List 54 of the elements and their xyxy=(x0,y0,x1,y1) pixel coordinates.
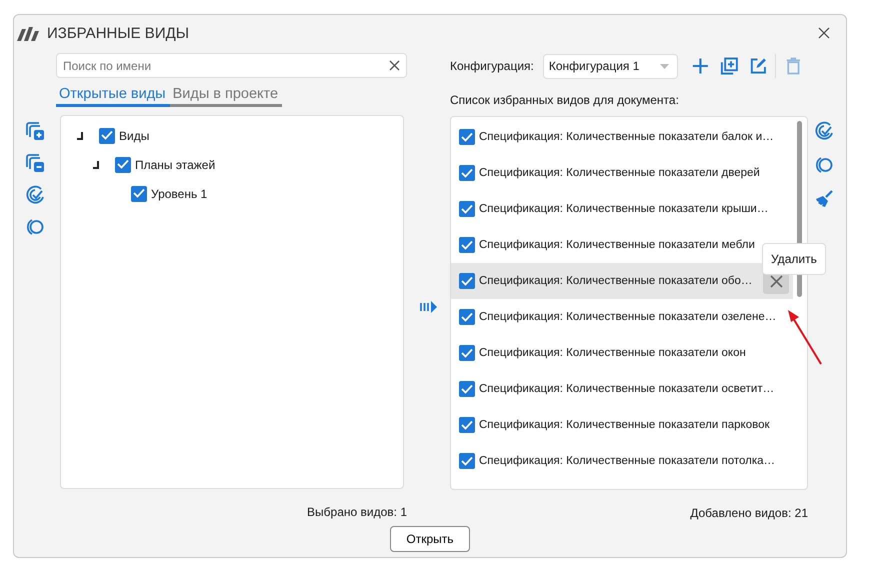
configuration-dropdown[interactable]: Конфигурация 1 xyxy=(542,54,678,78)
tab[interactable]: Открытые виды xyxy=(56,86,170,107)
list-item[interactable]: Спецификация: Количественные показатели крыши… xyxy=(479,203,768,215)
add-copy-icon[interactable] xyxy=(720,56,739,76)
configuration-label: Конфигурация: xyxy=(450,59,534,73)
list-item[interactable]: Спецификация: Количественные показатели парковок xyxy=(479,419,770,431)
move-right-icon[interactable] xyxy=(418,300,438,314)
tree-item[interactable]: Виды xyxy=(119,128,150,142)
circle-icon[interactable] xyxy=(814,155,834,175)
list-item[interactable]: Спецификация: Количественные показатели обо… xyxy=(479,275,752,287)
broom-icon[interactable] xyxy=(814,189,834,209)
checkbox[interactable] xyxy=(459,237,475,253)
checkbox[interactable] xyxy=(459,453,475,469)
checkbox[interactable] xyxy=(459,345,475,361)
checkbox[interactable] xyxy=(131,186,147,202)
checkbox[interactable] xyxy=(115,156,131,172)
clear-icon[interactable] xyxy=(389,60,400,71)
checkbox[interactable] xyxy=(459,165,475,181)
list-item[interactable]: Спецификация: Количественные показатели озелене… xyxy=(479,311,776,323)
checkbox[interactable] xyxy=(459,273,475,289)
selected-count: Выбрано видов: 1 xyxy=(306,505,407,519)
edit-icon[interactable] xyxy=(748,56,768,76)
add-stack-icon[interactable] xyxy=(25,121,45,141)
list-item[interactable]: Спецификация: Количественные показатели дверей xyxy=(479,167,760,179)
checkbox[interactable] xyxy=(459,381,475,397)
tab[interactable]: Виды в проекте xyxy=(170,86,282,107)
list-item[interactable]: Спецификация: Количественные показатели осветит… xyxy=(479,383,774,395)
tooltip: Удалить xyxy=(762,243,826,275)
list-item[interactable]: Спецификация: Количественные показатели окон xyxy=(479,347,746,359)
list-item[interactable]: Спецификация: Количественные показатели мебли xyxy=(479,239,755,251)
tree-item[interactable]: Планы этажей xyxy=(135,158,216,172)
expanded-icon[interactable] xyxy=(91,160,99,168)
open-button[interactable]: Открыть xyxy=(390,526,470,552)
checkbox[interactable] xyxy=(99,128,115,144)
list-item[interactable]: Спецификация: Количественные показатели потолка… xyxy=(479,455,776,467)
list-label: Список избранных видов для документа: xyxy=(450,93,680,107)
close-icon[interactable] xyxy=(818,27,830,39)
plus-icon[interactable] xyxy=(690,56,710,76)
expanded-icon[interactable] xyxy=(75,132,83,140)
added-count: Добавлено видов: 21 xyxy=(689,506,808,520)
logo-icon xyxy=(17,25,41,41)
circle-icon[interactable] xyxy=(25,217,45,237)
search-field[interactable]: Поиск по имени xyxy=(56,53,407,78)
window-title: ИЗБРАННЫЕ ВИДЫ xyxy=(47,24,190,42)
tree-item[interactable]: Уровень 1 xyxy=(151,186,208,200)
checkbox[interactable] xyxy=(459,417,475,433)
close-icon xyxy=(770,274,782,288)
checkbox[interactable] xyxy=(459,201,475,217)
checkbox[interactable] xyxy=(459,129,475,145)
remove-stack-icon[interactable] xyxy=(25,153,45,173)
checkbox[interactable] xyxy=(459,309,475,325)
check-circle-icon[interactable] xyxy=(25,185,45,205)
check-circle-icon[interactable] xyxy=(814,121,834,141)
list-item[interactable]: Спецификация: Количественные показатели балок и… xyxy=(479,131,774,143)
